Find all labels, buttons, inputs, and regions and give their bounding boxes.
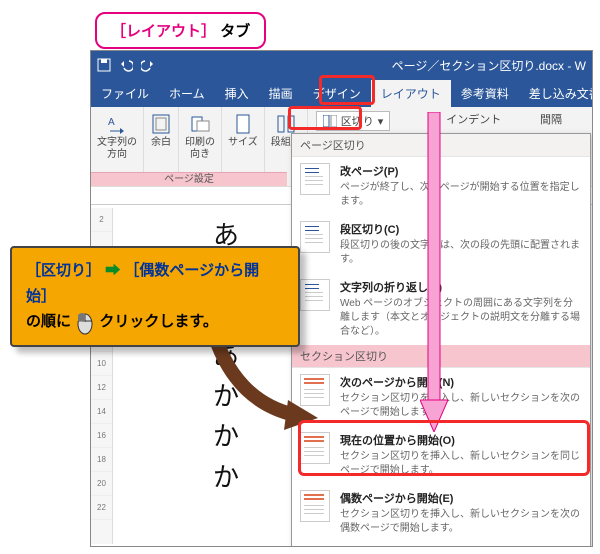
section-next-page-icon bbox=[300, 374, 330, 406]
callout-layout-tab: ［レイアウト］ タブ bbox=[95, 12, 266, 49]
section-continuous-icon bbox=[300, 432, 330, 464]
callout-tab-suffix: タブ bbox=[220, 23, 250, 40]
menu-section-continuous[interactable]: 現在の位置から開始(O) セクション区切りを挿入し、新しいセクションを同じページ… bbox=[292, 426, 590, 484]
menu-section-next-page[interactable]: 次のページから開始(N) セクション区切りを挿入し、新しいセクションを次のページ… bbox=[292, 368, 590, 426]
dropdown-header-section: セクション区切り bbox=[292, 345, 590, 368]
tab-mailings[interactable]: 差し込み文書 bbox=[519, 80, 593, 107]
tab-draw[interactable]: 描画 bbox=[259, 80, 303, 107]
tab-design[interactable]: デザイン bbox=[303, 80, 371, 107]
tab-layout[interactable]: レイアウト bbox=[371, 80, 451, 107]
bracket-close: ］ bbox=[201, 23, 216, 40]
tab-home[interactable]: ホーム bbox=[159, 80, 215, 107]
section-even-page-icon bbox=[300, 490, 330, 522]
breaks-dropdown: ページ区切り 改ページ(P) ページが終了し、次のページが開始する位置を指定しま… bbox=[291, 133, 591, 547]
menu-section-odd-page[interactable]: 奇数ページから開始(D) セクション区切りを挿入し、新しいセクションを次の奇数ペ… bbox=[292, 542, 590, 547]
menu-column-break[interactable]: 段区切り(C) 段区切りの後の文字列は、次の段の先頭に配置されます。 bbox=[292, 215, 590, 273]
btn-breaks[interactable]: 区切り ▾ bbox=[316, 111, 391, 131]
callout-instruction: ［区切り］ ➡ ［偶数ページから開始］ の順に クリックします。 bbox=[10, 246, 300, 347]
tab-references[interactable]: 参考資料 bbox=[451, 80, 519, 107]
chevron-down-icon: ▾ bbox=[378, 115, 384, 128]
redo-icon[interactable] bbox=[141, 58, 155, 72]
window-title: ページ／セクション区切り.docx - W bbox=[392, 57, 586, 74]
tab-insert[interactable]: 挿入 bbox=[215, 80, 259, 107]
tab-file[interactable]: ファイル bbox=[91, 80, 159, 107]
save-icon[interactable] bbox=[97, 58, 111, 72]
dropdown-header-page: ページ区切り bbox=[292, 134, 590, 157]
bracket-open: ［ bbox=[111, 23, 126, 40]
svg-text:A: A bbox=[108, 117, 115, 128]
menu-page-break[interactable]: 改ページ(P) ページが終了し、次のページが開始する位置を指定します。 bbox=[292, 157, 590, 215]
breaks-icon bbox=[323, 115, 337, 127]
text-wrap-break-icon bbox=[300, 279, 330, 311]
page-break-icon bbox=[300, 163, 330, 195]
menu-text-wrapping-break[interactable]: 文字列の折り返し(T) Web ページのオブジェクトの周囲にある文字列を分離しま… bbox=[292, 273, 590, 345]
menu-section-even-page[interactable]: 偶数ページから開始(E) セクション区切りを挿入し、新しいセクションを次の偶数ペ… bbox=[292, 484, 590, 542]
column-break-icon bbox=[300, 221, 330, 253]
undo-icon[interactable] bbox=[119, 58, 133, 72]
ribbon-group-page-setup: ページ設定 bbox=[91, 172, 287, 186]
ribbon-tabs: ファイル ホーム 挿入 描画 デザイン レイアウト 参考資料 差し込み文書 校閲… bbox=[91, 79, 592, 107]
titlebar: ページ／セクション区切り.docx - W bbox=[91, 51, 592, 79]
callout-tab-label: レイアウト bbox=[126, 23, 201, 40]
mouse-icon bbox=[75, 309, 95, 335]
